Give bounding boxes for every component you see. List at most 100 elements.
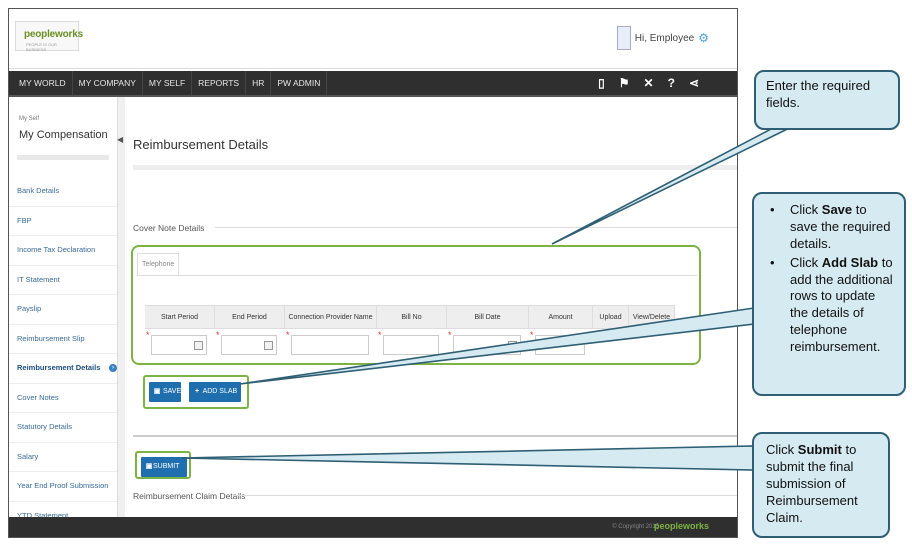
gear-icon[interactable]: ⚙ bbox=[698, 32, 709, 44]
callout-save-add-slab: Click Save to save the required details.… bbox=[752, 192, 906, 396]
column-header: Upload bbox=[593, 306, 629, 328]
main-nav: MY WORLD MY COMPANY MY SELF REPORTS HR PW ADM… bbox=[9, 71, 737, 95]
sidebar-item-income-tax-declaration[interactable]: Income Tax Declaration bbox=[9, 236, 117, 266]
grid-input[interactable] bbox=[383, 335, 439, 355]
sidebar-item-fbp[interactable]: FBP bbox=[9, 207, 117, 236]
column-header: View/Delete bbox=[629, 306, 675, 328]
grid-input[interactable] bbox=[151, 335, 207, 355]
sidebar-item-label: FBP bbox=[17, 215, 32, 225]
sidebar-item-label: Reimbursement Details bbox=[17, 363, 101, 372]
sidebar-item-reimbursement-slip[interactable]: Reimbursement Slip bbox=[9, 325, 117, 354]
grid-input[interactable] bbox=[453, 335, 521, 355]
sidebar-list: Bank Details FBP Income Tax Declaration IT … bbox=[9, 177, 117, 531]
help-icon[interactable]: ? bbox=[668, 77, 675, 89]
active-arrow-icon: › bbox=[109, 364, 117, 372]
save-icon: ▣ bbox=[153, 388, 161, 395]
save-icon: ▣ bbox=[145, 463, 153, 470]
sidebar-item-label: Year End Proof Submission bbox=[17, 481, 109, 490]
nav-icons: ▯ ⚑ ✕ ? ⋖ bbox=[598, 71, 699, 95]
save-slab-group: ▣ SAVE + ADD SLAB bbox=[143, 375, 249, 409]
share-icon[interactable]: ⋖ bbox=[689, 77, 699, 89]
claim-details-label: Reimbursement Claim Details bbox=[133, 491, 246, 501]
user-area: Hi, Employee ⚙ bbox=[616, 25, 709, 51]
tab-telephone[interactable]: Telephone bbox=[137, 253, 180, 275]
sidebar-item-label: Bank Details bbox=[17, 186, 60, 195]
submit-label: SUBMIT bbox=[153, 463, 180, 470]
column-header: End Period bbox=[215, 306, 285, 328]
nav-item-my-company[interactable]: MY COMPANY bbox=[73, 71, 143, 95]
grid-header: Start Period End Period Connection Provide… bbox=[145, 305, 675, 329]
collapse-arrow-icon[interactable]: ◀ bbox=[117, 135, 123, 144]
tools-icon[interactable]: ✕ bbox=[644, 77, 654, 89]
sidebar: My Self My Compensation Bank Details FBP I… bbox=[9, 97, 117, 531]
sidebar-item-it-statement[interactable]: IT Statement bbox=[9, 266, 117, 295]
sidebar-item-statutory-details[interactable]: Statutory Details bbox=[9, 413, 117, 443]
required-marker: * bbox=[216, 330, 220, 340]
grid-input[interactable] bbox=[221, 335, 277, 355]
nav-item-my-world[interactable]: MY WORLD bbox=[13, 71, 73, 95]
section-divider-2 bbox=[133, 435, 737, 437]
calendar-icon[interactable] bbox=[508, 341, 517, 350]
submit-group: ▣SUBMIT bbox=[135, 451, 191, 479]
section-divider bbox=[215, 227, 737, 228]
company-logo[interactable]: peopleworks PEOPLE IS OUR BUSINESS bbox=[15, 21, 83, 52]
flag-icon[interactable]: ⚑ bbox=[619, 77, 630, 89]
top-header: peopleworks PEOPLE IS OUR BUSINESS Hi, E… bbox=[9, 9, 737, 69]
claim-divider bbox=[233, 495, 737, 496]
required-marker: * bbox=[286, 330, 290, 340]
sidebar-item-label: Payslip bbox=[17, 304, 42, 313]
grid-input[interactable] bbox=[291, 335, 369, 355]
sidebar-item-label: Reimbursement Slip bbox=[17, 333, 85, 343]
column-header: Start Period bbox=[145, 306, 215, 328]
required-marker: * bbox=[146, 330, 150, 340]
required-marker: * bbox=[448, 330, 452, 340]
footer-logo: peopleworks bbox=[653, 521, 709, 531]
callout-submit: Click Submit to submit the final submiss… bbox=[752, 432, 890, 538]
book-icon[interactable]: ▯ bbox=[598, 77, 605, 89]
sidebar-item-payslip[interactable]: Payslip bbox=[9, 295, 117, 325]
save-label: SAVE bbox=[162, 388, 182, 395]
nav-item-reports[interactable]: REPORTS bbox=[192, 71, 247, 95]
sidebar-item-label: Salary bbox=[17, 451, 39, 461]
main-content: Reimbursement Details Cover Note Details… bbox=[125, 97, 737, 529]
save-button[interactable]: ▣ SAVE bbox=[149, 382, 181, 402]
callout-1-text: Enter the required fields. bbox=[766, 78, 871, 110]
sidebar-breadcrumb: My Self bbox=[19, 116, 40, 122]
page-title: Reimbursement Details bbox=[133, 137, 269, 152]
footer: © Copyright 2015 peopleworks bbox=[9, 517, 737, 537]
sidebar-item-salary[interactable]: Salary bbox=[9, 443, 117, 472]
nav-item-pw-admin[interactable]: PW ADMIN bbox=[271, 71, 328, 95]
callout-2-bullet-1: Click Save to save the required details. bbox=[766, 202, 894, 253]
add-slab-button[interactable]: + ADD SLAB bbox=[189, 382, 241, 402]
callout-2-bullet-2: Click Add Slab to add the additional row… bbox=[766, 255, 894, 356]
avatar[interactable] bbox=[616, 26, 631, 50]
sidebar-item-cover-notes[interactable]: Cover Notes bbox=[9, 384, 117, 413]
required-marker: * bbox=[378, 330, 382, 340]
title-divider bbox=[133, 165, 737, 170]
sidebar-item-reimbursement-details[interactable]: Reimbursement Details › bbox=[9, 354, 117, 384]
plus-icon: + bbox=[194, 388, 200, 395]
nav-item-my-self[interactable]: MY SELF bbox=[143, 71, 193, 95]
sidebar-title: My Compensation bbox=[19, 129, 108, 141]
add-slab-label: ADD SLAB bbox=[202, 388, 238, 395]
logo-text: peopleworks bbox=[24, 29, 83, 40]
column-header: Connection Provider Name bbox=[285, 306, 377, 328]
required-marker: * bbox=[530, 330, 534, 340]
sidebar-item-year-end-proof-submission[interactable]: Year End Proof Submission bbox=[9, 472, 117, 502]
sidebar-item-label: Cover Notes bbox=[17, 392, 59, 402]
app-window: peopleworks PEOPLE IS OUR BUSINESS Hi, E… bbox=[8, 8, 738, 538]
submit-button[interactable]: ▣SUBMIT bbox=[141, 457, 187, 477]
sidebar-separator bbox=[117, 97, 125, 529]
nav-item-hr[interactable]: HR bbox=[246, 71, 272, 95]
user-greeting[interactable]: Hi, Employee bbox=[635, 33, 694, 44]
footer-copyright: © Copyright 2015 bbox=[612, 524, 659, 530]
calendar-icon[interactable] bbox=[264, 341, 273, 350]
cover-note-form: Telephone Start Period End Period Connecti… bbox=[131, 245, 701, 365]
grid-input[interactable] bbox=[535, 335, 585, 355]
logo-subtext: PEOPLE IS OUR BUSINESS bbox=[26, 42, 57, 52]
cover-note-label: Cover Note Details bbox=[133, 223, 205, 233]
calendar-icon[interactable] bbox=[194, 341, 203, 350]
nav-items: MY WORLD MY COMPANY MY SELF REPORTS HR PW ADM… bbox=[13, 71, 328, 95]
sidebar-item-label: IT Statement bbox=[17, 274, 60, 284]
sidebar-item-bank-details[interactable]: Bank Details bbox=[9, 177, 117, 207]
